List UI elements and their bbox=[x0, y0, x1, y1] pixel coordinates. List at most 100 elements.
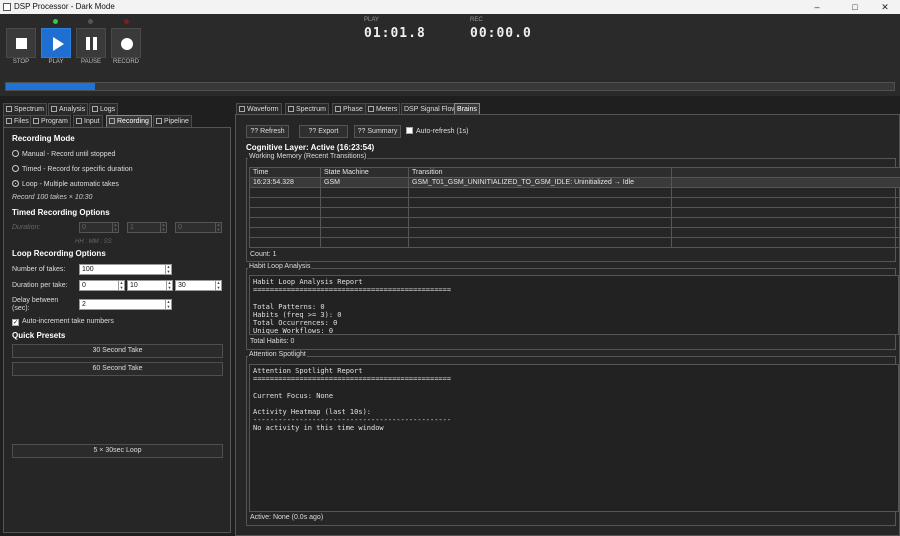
tab-logs[interactable]: Logs bbox=[89, 103, 119, 115]
preset-loop-button[interactable]: 5 × 30sec Loop bbox=[12, 444, 223, 458]
recording-panel: Recording Mode Manual - Record until sto… bbox=[3, 127, 231, 533]
working-memory-label: Working Memory (Recent Transitions) bbox=[248, 153, 368, 160]
tab-pipeline[interactable]: Pipeline bbox=[153, 115, 192, 127]
refresh-button[interactable]: ?? Refresh bbox=[246, 125, 289, 138]
duration-label: Duration: bbox=[12, 224, 41, 231]
record-icon bbox=[121, 38, 133, 50]
attention-report-text[interactable]: Attention Spotlight Report =============… bbox=[249, 364, 899, 512]
program-icon bbox=[33, 118, 39, 124]
pause-led-icon bbox=[88, 19, 93, 24]
cognitive-layer-title: Cognitive Layer: Active (16:23:54) bbox=[246, 143, 375, 152]
col-time-header[interactable]: Time bbox=[249, 167, 321, 178]
duration-hours-spinbox: 0 ▲ ▼ bbox=[79, 222, 119, 233]
attention-spotlight-label: Attention Spotlight bbox=[248, 351, 307, 358]
playback-progress-bar[interactable] bbox=[5, 82, 895, 91]
radio-selected-icon bbox=[12, 180, 19, 187]
stop-button[interactable] bbox=[6, 28, 36, 58]
maximize-button[interactable]: □ bbox=[840, 0, 870, 14]
play-label: PLAY bbox=[48, 59, 64, 65]
tab-files[interactable]: Files bbox=[3, 115, 32, 127]
input-icon bbox=[76, 118, 82, 124]
minimize-button[interactable]: – bbox=[802, 0, 832, 14]
loop-options-header: Loop Recording Options bbox=[12, 249, 106, 258]
pause-label: PAUSE bbox=[81, 59, 101, 65]
recording-mode-header: Recording Mode bbox=[12, 134, 75, 143]
checkbox-icon bbox=[406, 127, 413, 134]
playback-progress-fill bbox=[6, 83, 95, 90]
col-transition-header[interactable]: Transition bbox=[408, 167, 672, 178]
stop-label: STOP bbox=[12, 59, 30, 65]
tab-program[interactable]: Program bbox=[30, 115, 71, 127]
transitions-table[interactable]: Time State Machine Transition 16:23:54.3… bbox=[249, 167, 900, 248]
spectrum-icon bbox=[288, 106, 294, 112]
close-button[interactable]: ✕ bbox=[870, 0, 900, 14]
logs-icon bbox=[92, 106, 98, 112]
mode-timed-radio[interactable]: Timed - Record for specific duration bbox=[12, 165, 133, 173]
pause-icon bbox=[86, 37, 90, 50]
rec-time-display: 00:00.0 bbox=[470, 26, 532, 41]
table-row[interactable]: 16:23:54.328 GSM GSM_T01_GSM_UNINITIALIZ… bbox=[249, 177, 900, 188]
phase-icon bbox=[335, 106, 341, 112]
transport-bar: STOP PLAY PAUSE RECORD PLAY 01:01.8 REC … bbox=[0, 14, 900, 96]
timed-options-header: Timed Recording Options bbox=[12, 208, 110, 217]
active-status: Active: None (0.0s ago) bbox=[250, 514, 324, 521]
app-icon bbox=[3, 3, 11, 11]
take-minutes-spinbox[interactable]: 10 ▲ ▼ bbox=[127, 280, 173, 291]
files-icon bbox=[6, 118, 12, 124]
mode-loop-radio[interactable]: Loop - Multiple automatic takes bbox=[12, 180, 119, 188]
radio-icon bbox=[12, 165, 19, 172]
transition-count: Count: 1 bbox=[250, 251, 277, 258]
left-panel: Spectrum Analysis Logs Files Program Inp… bbox=[0, 100, 234, 536]
record-button[interactable] bbox=[111, 28, 141, 58]
takes-spinbox[interactable]: 100 ▲ ▼ bbox=[79, 264, 172, 275]
take-hours-spinbox[interactable]: 0 ▲ ▼ bbox=[79, 280, 125, 291]
rec-time-caption: REC bbox=[470, 17, 483, 23]
play-button[interactable] bbox=[41, 28, 71, 58]
pipeline-icon bbox=[156, 118, 162, 124]
col-state-machine-header[interactable]: State Machine bbox=[320, 167, 409, 178]
export-button[interactable]: ?? Export bbox=[299, 125, 348, 138]
tab-input[interactable]: Input bbox=[73, 115, 103, 127]
duration-seconds-spinbox: 0 ▲ ▼ bbox=[175, 222, 222, 233]
tab-recording[interactable]: Recording bbox=[106, 115, 152, 127]
summary-button[interactable]: ?? Summary bbox=[354, 125, 401, 138]
delay-label: Delay between (sec): bbox=[12, 297, 59, 312]
auto-increment-checkbox[interactable]: ✓ Auto-increment take numbers bbox=[12, 318, 114, 326]
title-bar: DSP Processor - Dark Mode – □ ✕ bbox=[0, 0, 900, 14]
duration-per-take-label: Duration per take: bbox=[12, 282, 68, 289]
total-habits: Total Habits: 0 bbox=[250, 338, 295, 345]
play-time-caption: PLAY bbox=[364, 17, 379, 23]
analysis-icon bbox=[51, 106, 57, 112]
preset-60s-button[interactable]: 60 Second Take bbox=[12, 362, 223, 376]
recording-summary: Record 100 takes × 10:30 bbox=[12, 194, 93, 201]
quick-presets-header: Quick Presets bbox=[12, 331, 66, 340]
duration-format-hint: HH : MM : SS bbox=[75, 239, 112, 245]
play-led-icon bbox=[53, 19, 58, 24]
window-title: DSP Processor - Dark Mode bbox=[14, 2, 115, 11]
delay-spinbox[interactable]: 2 ▲ ▼ bbox=[79, 299, 172, 310]
duration-minutes-spinbox: 1 ▲ ▼ bbox=[127, 222, 167, 233]
tab-analysis[interactable]: Analysis bbox=[48, 103, 89, 115]
pause-button[interactable] bbox=[76, 28, 106, 58]
right-panel: Waveform Spectrum Phase Meters DSP Signa… bbox=[234, 100, 900, 536]
meters-icon bbox=[368, 106, 374, 112]
habit-report-text[interactable]: Habit Loop Analysis Report =============… bbox=[249, 275, 899, 335]
recording-icon bbox=[109, 118, 115, 124]
radio-icon bbox=[12, 150, 19, 157]
stop-icon bbox=[16, 38, 27, 49]
takes-label: Number of takes: bbox=[12, 266, 66, 273]
brains-panel: ?? Refresh ?? Export ?? Summary Auto-ref… bbox=[235, 114, 900, 536]
checkmark-icon: ✓ bbox=[12, 319, 19, 326]
record-led-icon bbox=[124, 19, 129, 24]
mode-manual-radio[interactable]: Manual - Record until stopped bbox=[12, 150, 115, 158]
waveform-icon bbox=[239, 106, 245, 112]
take-seconds-spinbox[interactable]: 30 ▲ ▼ bbox=[175, 280, 222, 291]
habit-loop-label: Habit Loop Analysis bbox=[248, 263, 312, 270]
spectrum-icon bbox=[6, 106, 12, 112]
play-icon bbox=[53, 37, 64, 51]
tab-spectrum[interactable]: Spectrum bbox=[3, 103, 47, 115]
auto-refresh-checkbox[interactable]: Auto-refresh (1s) bbox=[406, 127, 469, 135]
preset-30s-button[interactable]: 30 Second Take bbox=[12, 344, 223, 358]
record-label: RECORD bbox=[112, 59, 139, 65]
play-time-display: 01:01.8 bbox=[364, 26, 426, 41]
